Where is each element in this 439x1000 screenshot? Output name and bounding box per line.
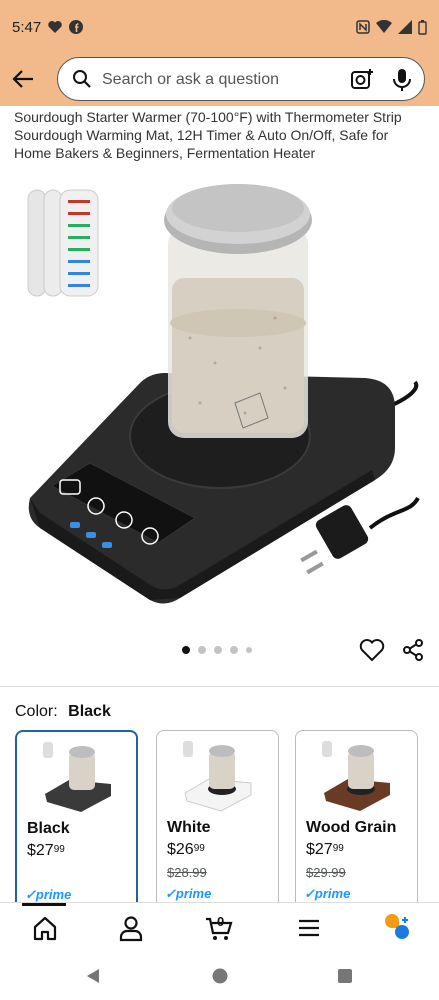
heart-icon: [48, 21, 62, 33]
home-icon[interactable]: [30, 913, 60, 943]
status-time: 5:47: [12, 18, 42, 36]
price-whole: $26: [167, 841, 194, 858]
image-carousel-dots[interactable]: [182, 646, 252, 654]
color-label-text: Color:: [15, 703, 58, 720]
price-fraction: 99: [53, 844, 65, 855]
search-header: [0, 54, 439, 106]
list-price: $29.99: [306, 865, 346, 880]
product-thumbnail: [183, 741, 252, 812]
carousel-dot[interactable]: [198, 646, 206, 654]
android-navigation-bar: [0, 952, 439, 1000]
wifi-icon: [376, 20, 392, 33]
glass-jar-image: [164, 184, 312, 438]
back-arrow-icon[interactable]: [12, 68, 34, 90]
prime-badge: ✓prime: [304, 886, 351, 901]
account-icon[interactable]: [116, 913, 146, 943]
cart-count: 0: [217, 914, 225, 929]
search-icon: [73, 70, 91, 88]
color-option-price: $2699: [167, 841, 205, 859]
signal-icon: [398, 20, 412, 34]
color-option-price: $2799: [27, 842, 65, 860]
carousel-dot[interactable]: [230, 646, 238, 654]
prime-label: prime: [175, 886, 212, 901]
color-option-white[interactable]: White $2699 $28.99 ✓prime: [156, 730, 279, 910]
color-option-black[interactable]: Black $2799 ✓prime: [15, 730, 138, 910]
prime-badge: ✓prime: [165, 886, 212, 901]
color-option-name: Wood Grain: [306, 819, 397, 836]
color-option-name: White: [167, 819, 211, 836]
search-box[interactable]: [57, 57, 425, 101]
product-title[interactable]: Sourdough Starter Warmer (70-100°F) with…: [14, 108, 424, 162]
section-divider: [0, 686, 439, 687]
product-image[interactable]: [0, 168, 439, 628]
color-option-name: Black: [27, 820, 70, 837]
menu-icon[interactable]: [294, 913, 324, 943]
color-label: Color: Black: [15, 703, 111, 721]
search-input[interactable]: [100, 67, 334, 93]
camera-search-icon[interactable]: [350, 68, 374, 90]
nfc-icon: [356, 20, 370, 34]
price-fraction: 99: [193, 843, 205, 854]
selected-color-text: Black: [68, 703, 111, 720]
android-recents-icon[interactable]: [338, 969, 352, 983]
carousel-dot[interactable]: [246, 647, 252, 653]
price-whole: $27: [306, 841, 333, 858]
color-option-wood-grain[interactable]: Wood Grain $2799 $29.99 ✓prime: [295, 730, 418, 910]
active-tab-indicator: [22, 903, 66, 906]
microphone-icon[interactable]: [392, 68, 412, 92]
price-fraction: 99: [332, 843, 344, 854]
product-thumbnail: [43, 742, 111, 812]
prime-badge: ✓prime: [25, 887, 72, 902]
battery-icon: [418, 19, 427, 35]
status-bar: 5:47: [0, 0, 439, 54]
list-price: $28.99: [167, 865, 207, 880]
wishlist-heart-icon[interactable]: [359, 638, 385, 662]
bottom-navigation: 0: [0, 902, 439, 953]
product-thumbnail: [322, 741, 390, 811]
android-home-icon[interactable]: [212, 968, 228, 984]
carousel-dot[interactable]: [214, 646, 222, 654]
carousel-dot[interactable]: [182, 646, 190, 654]
cart-button[interactable]: 0: [204, 913, 234, 943]
android-back-icon[interactable]: [86, 968, 100, 984]
thermometer-strips-image: [27, 189, 99, 297]
price-whole: $27: [27, 842, 54, 859]
rufus-icon[interactable]: [382, 913, 412, 943]
facebook-icon: [69, 20, 84, 34]
prime-label: prime: [314, 886, 351, 901]
color-option-price: $2799: [306, 841, 344, 859]
prime-label: prime: [35, 887, 72, 902]
share-icon[interactable]: [401, 638, 425, 662]
